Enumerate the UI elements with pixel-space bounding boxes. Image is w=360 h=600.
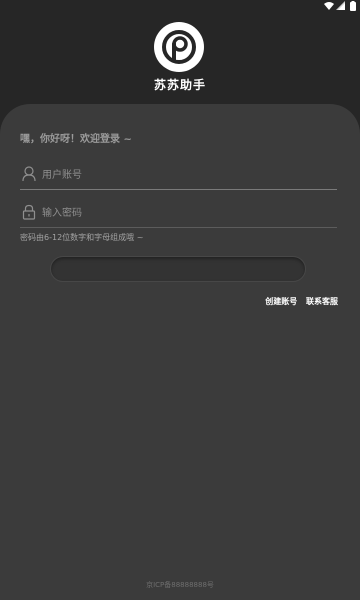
password-input[interactable] — [42, 203, 332, 223]
login-button[interactable] — [50, 256, 306, 282]
wifi-icon — [324, 2, 334, 10]
username-input[interactable] — [42, 165, 332, 185]
greeting-text: 嘿，你好呀！欢迎登录 ~ — [20, 134, 132, 145]
app-name: 苏苏助手 — [153, 78, 206, 92]
app-logo-icon — [162, 30, 196, 64]
contact-service-link[interactable]: 联系客服 — [306, 297, 338, 306]
battery-icon — [350, 1, 356, 11]
create-account-link[interactable]: 创建账号 — [265, 297, 297, 306]
username-field — [20, 160, 337, 190]
signal-icon — [336, 1, 345, 10]
user-icon — [22, 166, 36, 182]
icp-footer: 京ICP备88888888号 — [146, 581, 214, 589]
password-hint: 密码由6-12位数字和字母组成哦 ~ — [20, 233, 144, 242]
login-screen: 苏苏助手 嘿，你好呀！欢迎登录 ~ 密码由6-12位数字和字母组成哦 ~ 创建账… — [0, 0, 360, 600]
app-logo — [154, 22, 204, 72]
lock-icon — [22, 204, 36, 220]
password-field — [20, 198, 337, 228]
login-card: 嘿，你好呀！欢迎登录 ~ 密码由6-12位数字和字母组成哦 ~ 创建账号 联系客… — [0, 104, 360, 600]
status-bar — [300, 0, 360, 12]
account-links: 创建账号 联系客服 — [259, 296, 338, 307]
